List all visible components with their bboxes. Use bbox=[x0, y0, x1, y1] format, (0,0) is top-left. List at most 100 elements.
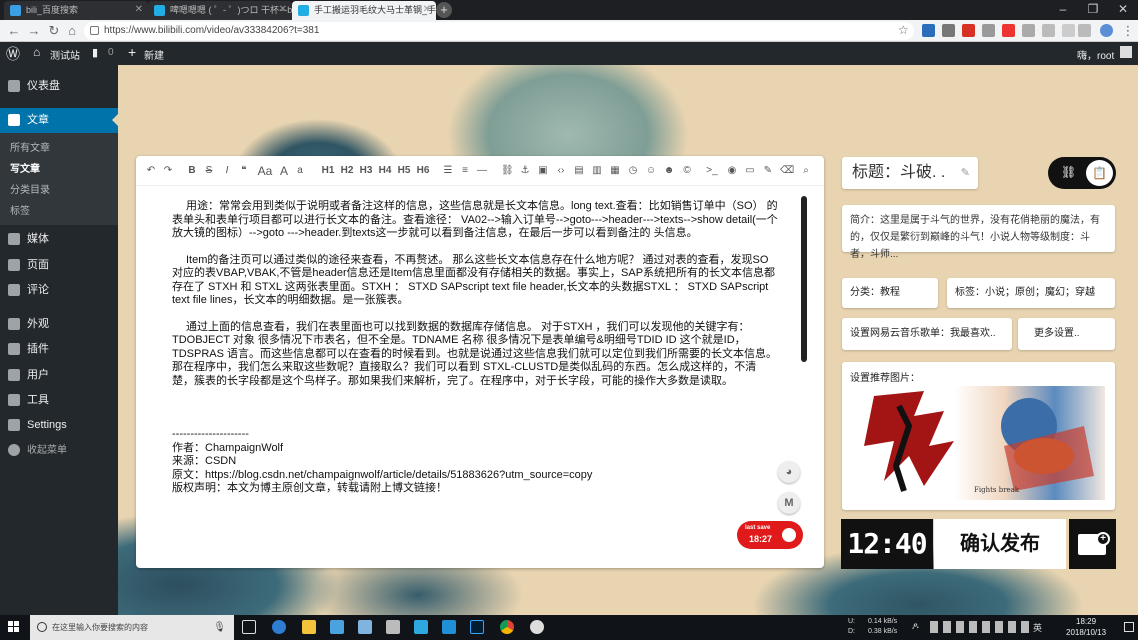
link-icon[interactable]: ⛓ bbox=[501, 163, 514, 179]
title-field[interactable]: 标题：斗破. . ✎ bbox=[842, 157, 978, 189]
browser-tab[interactable]: 啤嗯嗯嗯 ( ゜- ゜)つロ 干杯~-bili ✕ bbox=[148, 1, 292, 20]
extension-icon[interactable] bbox=[982, 24, 995, 37]
close-window-icon[interactable]: ✕ bbox=[1108, 0, 1138, 20]
horizontal-rule-icon[interactable]: — bbox=[476, 163, 488, 179]
copyright-icon[interactable]: © bbox=[681, 163, 693, 179]
extension-icon[interactable] bbox=[1002, 24, 1015, 37]
new-content-link[interactable]: 新建 bbox=[144, 47, 164, 62]
undo-icon[interactable]: ↶ bbox=[145, 163, 157, 179]
calculator-icon[interactable] bbox=[386, 620, 400, 634]
browser-tab[interactable]: bili_百度搜索 ✕ bbox=[4, 1, 148, 20]
heading-3-button[interactable]: H3 bbox=[358, 163, 374, 179]
minimize-icon[interactable]: – bbox=[1048, 0, 1078, 20]
sidebar-item-pages[interactable]: 页面 bbox=[0, 253, 118, 278]
editor-content[interactable]: 用途：常常会用到类似于说明或者备注这样的信息，这些信息就是长文本信息。long … bbox=[172, 200, 778, 550]
windows-start-icon[interactable] bbox=[8, 621, 20, 633]
folder-add-button[interactable]: + bbox=[1069, 519, 1116, 569]
sidebar-item-media[interactable]: 媒体 bbox=[0, 227, 118, 252]
photoshop-icon[interactable] bbox=[470, 620, 484, 634]
taskbar-date[interactable]: 2018/10/13 bbox=[1066, 628, 1106, 637]
search-icon[interactable]: ⌕ bbox=[800, 163, 812, 179]
editor-scrollbar[interactable] bbox=[801, 196, 807, 362]
profile-avatar-icon[interactable] bbox=[1100, 24, 1113, 37]
app-icon[interactable] bbox=[358, 620, 372, 634]
browser-tab-active[interactable]: 手工搬运羽毛纹大马士革钢_手绘 ✕ bbox=[292, 1, 436, 20]
heading-4-button[interactable]: H4 bbox=[377, 163, 393, 179]
clock-icon[interactable]: ◷ bbox=[627, 163, 639, 179]
anchor-icon[interactable]: ⚓ bbox=[519, 163, 531, 179]
italic-icon[interactable]: I bbox=[221, 163, 233, 179]
close-tab-icon[interactable]: ✕ bbox=[423, 1, 431, 19]
app-icon[interactable] bbox=[530, 620, 544, 634]
tray-icons[interactable] bbox=[930, 621, 1030, 633]
edge-icon[interactable] bbox=[272, 620, 286, 634]
more-settings-button[interactable]: 更多设置.. bbox=[1018, 318, 1115, 350]
extension-icon[interactable] bbox=[1078, 24, 1091, 37]
people-icon[interactable]: ዶ bbox=[912, 621, 919, 632]
chrome-icon[interactable] bbox=[500, 620, 514, 634]
task-view-icon[interactable] bbox=[242, 620, 256, 634]
image-icon[interactable]: ▣ bbox=[537, 163, 549, 179]
close-tab-icon[interactable]: ✕ bbox=[135, 1, 143, 19]
font-smaller-icon[interactable]: a bbox=[294, 163, 306, 179]
avatar[interactable] bbox=[1120, 46, 1132, 58]
ime-indicator[interactable]: 英 bbox=[1033, 621, 1042, 634]
restore-icon[interactable]: ❐ bbox=[1078, 0, 1108, 20]
taskbar-search-input[interactable]: 在这里输入你要搜索的内容 🎙 bbox=[30, 615, 234, 640]
wordpress-logo-icon[interactable]: Ⓦ bbox=[6, 44, 20, 64]
comment-icon[interactable]: ▮ bbox=[92, 46, 98, 59]
mode-toggle[interactable]: ⛓ 📋 bbox=[1048, 157, 1116, 189]
featured-image[interactable]: Fights break bbox=[854, 386, 1105, 500]
sidebar-item-posts[interactable]: 文章 bbox=[0, 108, 118, 133]
forward-icon[interactable]: → bbox=[26, 23, 42, 39]
source-icon[interactable]: ✎ bbox=[762, 163, 774, 179]
summary-field[interactable]: 简介：这里是属于斗气的世界，没有花俏艳丽的魔法，有的，仅仅是繁衍到巅峰的斗气！小… bbox=[842, 205, 1115, 260]
smile-icon[interactable]: ☻ bbox=[663, 163, 675, 179]
submenu-write-post[interactable]: 写文章 bbox=[10, 160, 40, 180]
edit-icon[interactable]: ✎ bbox=[961, 157, 970, 189]
file-explorer-icon[interactable] bbox=[302, 620, 316, 634]
extension-icon[interactable] bbox=[1022, 24, 1035, 37]
taskbar-time[interactable]: 18:29 bbox=[1076, 617, 1096, 626]
extension-icon[interactable] bbox=[922, 24, 935, 37]
tags-field[interactable]: 标签：小说；原创；魔幻；穿越 bbox=[947, 278, 1115, 308]
strikethrough-icon[interactable]: S bbox=[203, 163, 215, 179]
submenu-tags[interactable]: 标签 bbox=[10, 202, 30, 222]
category-field[interactable]: 分类：教程 bbox=[842, 278, 938, 308]
extension-icon[interactable] bbox=[1042, 24, 1055, 37]
music-playlist-field[interactable]: 设置网易云音乐歌单：我最喜欢.. bbox=[842, 318, 1012, 350]
gmail-extension-icon[interactable] bbox=[962, 24, 975, 37]
extension-icon[interactable] bbox=[942, 24, 955, 37]
sidebar-item-dashboard[interactable]: 仪表盘 bbox=[0, 74, 118, 99]
document-icon[interactable]: ▥ bbox=[591, 163, 603, 179]
app-icon[interactable] bbox=[414, 620, 428, 634]
preview-icon[interactable]: ◉ bbox=[726, 163, 738, 179]
reload-icon[interactable]: ↻ bbox=[46, 23, 62, 39]
clear-icon[interactable]: ⌫ bbox=[780, 163, 794, 179]
notification-icon[interactable] bbox=[1124, 622, 1134, 632]
heading-2-button[interactable]: H2 bbox=[339, 163, 355, 179]
store-icon[interactable] bbox=[330, 620, 344, 634]
quote-icon[interactable]: ❝ bbox=[238, 163, 250, 179]
publish-button[interactable]: 确认发布 bbox=[934, 519, 1066, 569]
submenu-categories[interactable]: 分类目录 bbox=[10, 181, 50, 201]
table-icon[interactable]: ▦ bbox=[609, 163, 621, 179]
home-icon[interactable]: ⌂ bbox=[64, 23, 80, 39]
sidebar-item-tools[interactable]: 工具 bbox=[0, 388, 118, 413]
redo-icon[interactable]: ↷ bbox=[162, 163, 174, 179]
heading-6-button[interactable]: H6 bbox=[415, 163, 431, 179]
sidebar-item-appearance[interactable]: 外观 bbox=[0, 312, 118, 337]
code-icon[interactable]: ‹› bbox=[555, 163, 567, 179]
url-input[interactable]: https://www.bilibili.com/video/av3338420… bbox=[84, 22, 914, 40]
greeting-link[interactable]: 嗨，root bbox=[1077, 47, 1114, 62]
last-save-badge[interactable]: last save 18:27 bbox=[737, 521, 803, 549]
file-icon[interactable]: ▤ bbox=[573, 163, 585, 179]
submenu-all-posts[interactable]: 所有文章 bbox=[10, 139, 50, 159]
heading-1-button[interactable]: H1 bbox=[320, 163, 336, 179]
site-name-link[interactable]: 测试站 bbox=[50, 47, 80, 62]
bookmark-star-icon[interactable]: ☆ bbox=[898, 23, 909, 37]
close-tab-icon[interactable]: ✕ bbox=[279, 1, 287, 19]
back-icon[interactable]: ← bbox=[6, 23, 22, 39]
microphone-icon[interactable]: 🎙 bbox=[213, 615, 226, 640]
sidebar-item-plugins[interactable]: 插件 bbox=[0, 337, 118, 362]
